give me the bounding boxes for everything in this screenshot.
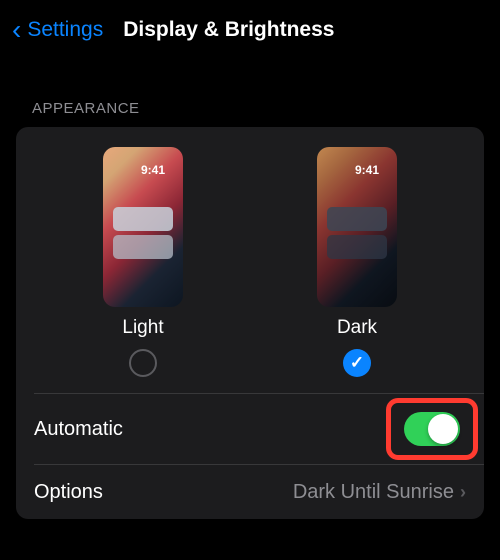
checkmark-icon: ✓: [350, 353, 364, 373]
automatic-toggle[interactable]: [404, 412, 460, 446]
light-label: Light: [122, 317, 163, 339]
appearance-option-light[interactable]: 9:41 Light: [103, 147, 183, 377]
dark-mode-preview: 9:41: [317, 147, 397, 307]
automatic-label: Automatic: [34, 418, 123, 441]
section-header-appearance: APPEARANCE: [0, 60, 500, 127]
appearance-panel: 9:41 Light 9:41 Dark ✓: [16, 127, 484, 519]
preview-time: 9:41: [355, 163, 379, 177]
dark-radio[interactable]: ✓: [343, 349, 371, 377]
light-radio[interactable]: [129, 349, 157, 377]
toggle-knob: [428, 414, 458, 444]
options-value: Dark Until Sunrise ›: [293, 481, 466, 504]
back-chevron-icon[interactable]: ‹: [12, 16, 21, 44]
options-row[interactable]: Options Dark Until Sunrise ›: [16, 465, 484, 519]
preview-widget: [113, 207, 173, 231]
back-button[interactable]: Settings: [27, 18, 103, 42]
chevron-right-icon: ›: [460, 482, 466, 503]
preview-widget: [327, 235, 387, 259]
appearance-options-row: 9:41 Light 9:41 Dark ✓: [16, 127, 484, 393]
appearance-option-dark[interactable]: 9:41 Dark ✓: [317, 147, 397, 377]
nav-bar: ‹ Settings Display & Brightness: [0, 0, 500, 60]
preview-time: 9:41: [141, 163, 165, 177]
preview-widget: [327, 207, 387, 231]
options-label: Options: [34, 481, 103, 504]
light-mode-preview: 9:41: [103, 147, 183, 307]
preview-widget: [113, 235, 173, 259]
automatic-row: Automatic: [16, 394, 484, 464]
dark-label: Dark: [337, 317, 377, 339]
options-value-text: Dark Until Sunrise: [293, 481, 454, 504]
page-title: Display & Brightness: [123, 18, 334, 42]
